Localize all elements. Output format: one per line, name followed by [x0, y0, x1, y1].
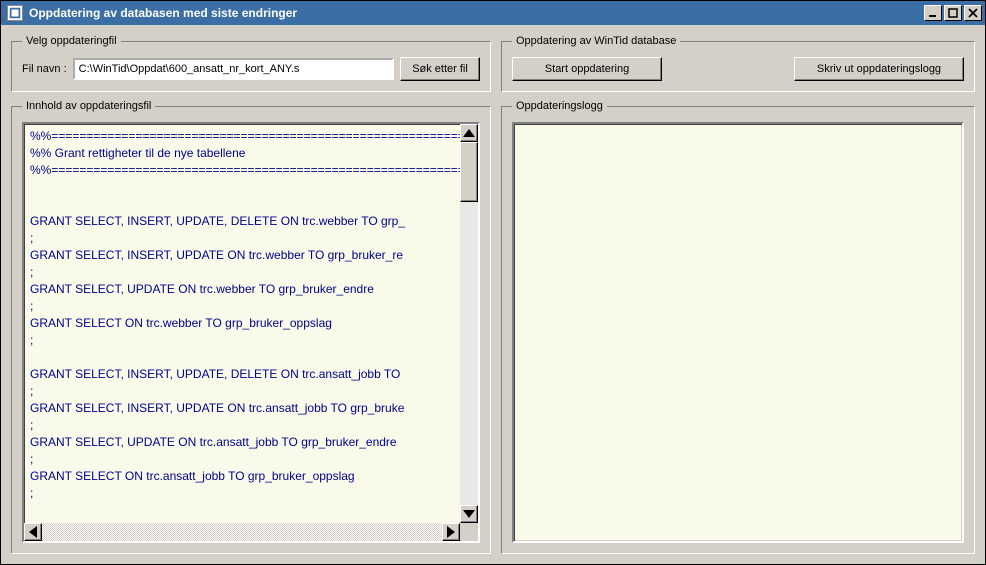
- client-area: Velg oppdateringfil Fil navn : Søk etter…: [1, 25, 985, 564]
- group-select-file-legend: Velg oppdateringfil: [22, 35, 121, 47]
- maximize-button[interactable]: [944, 5, 962, 21]
- chevron-right-icon: [443, 524, 459, 540]
- chevron-up-icon: [461, 125, 477, 141]
- app-window: Oppdatering av databasen med siste endri…: [0, 0, 986, 565]
- file-content-line[interactable]: GRANT SELECT ON trc.webber TO grp_bruker…: [30, 315, 454, 332]
- maximize-icon: [948, 8, 958, 18]
- scroll-track-horizontal[interactable]: [42, 523, 442, 541]
- file-content-line[interactable]: ;: [30, 230, 454, 247]
- scroll-right-button[interactable]: [442, 523, 460, 541]
- group-select-file: Velg oppdateringfil Fil navn : Søk etter…: [11, 35, 491, 92]
- group-update-log: Oppdateringslogg: [501, 100, 975, 554]
- file-content-line[interactable]: ;: [30, 485, 454, 502]
- group-file-contents: Innhold av oppdateringsfil %%===========…: [11, 100, 491, 554]
- file-name-label: Fil navn :: [22, 63, 67, 75]
- scroll-up-button[interactable]: [460, 124, 478, 142]
- file-content-line[interactable]: [30, 179, 454, 196]
- minimize-icon: [928, 8, 938, 18]
- app-icon: [7, 5, 23, 21]
- file-content-line[interactable]: ;: [30, 264, 454, 281]
- file-content-line[interactable]: ;: [30, 332, 454, 349]
- file-path-input[interactable]: [73, 58, 394, 80]
- update-log-listbox[interactable]: [512, 122, 964, 543]
- scroll-thumb-vertical[interactable]: [460, 142, 478, 202]
- file-content-line[interactable]: GRANT SELECT, INSERT, UPDATE ON trc.webb…: [30, 247, 454, 264]
- file-content-line[interactable]: %%======================================…: [30, 162, 454, 179]
- file-content-line[interactable]: ;: [30, 417, 454, 434]
- close-icon: [968, 8, 978, 18]
- file-content-line[interactable]: ;: [30, 451, 454, 468]
- window-controls: [924, 5, 983, 21]
- scroll-down-button[interactable]: [460, 505, 478, 523]
- group-db-update-legend: Oppdatering av WinTid database: [512, 35, 680, 47]
- print-log-button[interactable]: Skriv ut oppdateringslogg: [794, 57, 964, 81]
- file-content-line[interactable]: GRANT SELECT, INSERT, UPDATE ON trc.ansa…: [30, 400, 454, 417]
- scroll-corner-box: [460, 523, 478, 541]
- file-content-line[interactable]: GRANT SELECT, UPDATE ON trc.ansatt_jobb …: [30, 434, 454, 451]
- scroll-track-vertical[interactable]: [460, 202, 478, 505]
- file-content-line[interactable]: ;: [30, 383, 454, 400]
- file-content-line[interactable]: GRANT SELECT ON trc.ansatt_jobb TO grp_b…: [30, 468, 454, 485]
- vertical-scrollbar[interactable]: [460, 124, 478, 523]
- file-content-line[interactable]: [30, 349, 454, 366]
- file-contents-text: %%======================================…: [24, 124, 460, 523]
- file-content-line[interactable]: GRANT SELECT, INSERT, UPDATE, DELETE ON …: [30, 213, 454, 230]
- browse-button[interactable]: Søk etter fil: [400, 57, 480, 81]
- file-content-line[interactable]: %% Grant rettigheter til de nye tabellen…: [30, 145, 454, 162]
- titlebar: Oppdatering av databasen med siste endri…: [1, 1, 985, 25]
- window-title: Oppdatering av databasen med siste endri…: [27, 6, 924, 20]
- horizontal-scrollbar[interactable]: [24, 523, 478, 541]
- chevron-down-icon: [461, 506, 477, 522]
- chevron-left-icon: [25, 524, 41, 540]
- file-contents-listbox[interactable]: %%======================================…: [22, 122, 480, 543]
- file-content-line[interactable]: GRANT SELECT, INSERT, UPDATE, DELETE ON …: [30, 366, 454, 383]
- file-content-line[interactable]: GRANT SELECT, UPDATE ON trc.webber TO gr…: [30, 281, 454, 298]
- group-db-update: Oppdatering av WinTid database Start opp…: [501, 35, 975, 92]
- start-update-button[interactable]: Start oppdatering: [512, 57, 662, 81]
- file-content-line[interactable]: %%======================================…: [30, 128, 454, 145]
- right-column: Oppdatering av WinTid database Start opp…: [501, 35, 975, 554]
- file-content-line[interactable]: ;: [30, 298, 454, 315]
- scroll-left-button[interactable]: [24, 523, 42, 541]
- left-column: Velg oppdateringfil Fil navn : Søk etter…: [11, 35, 491, 554]
- close-button[interactable]: [964, 5, 982, 21]
- minimize-button[interactable]: [924, 5, 942, 21]
- group-update-log-legend: Oppdateringslogg: [512, 100, 607, 112]
- group-file-contents-legend: Innhold av oppdateringsfil: [22, 100, 155, 112]
- file-content-line[interactable]: [30, 196, 454, 213]
